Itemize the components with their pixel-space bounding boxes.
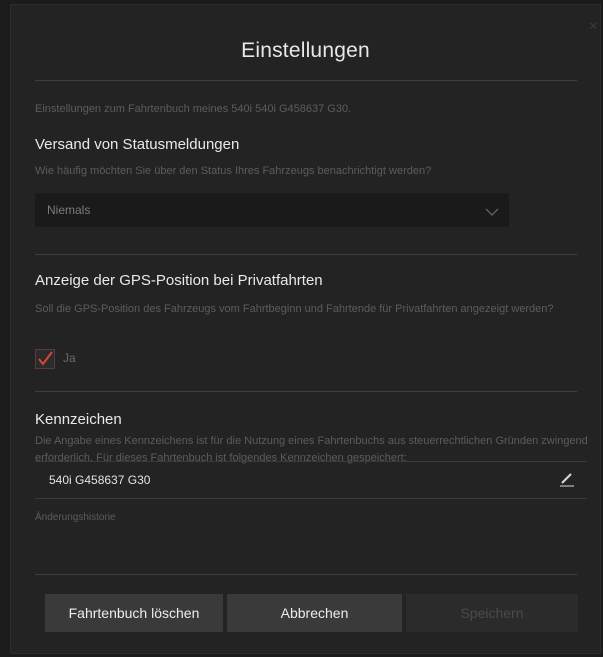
cancel-button[interactable]: Abbrechen: [227, 594, 402, 632]
intro-text: Einstellungen zum Fahrtenbuch meines 540…: [35, 103, 352, 115]
plate-heading: Kennzeichen: [35, 411, 122, 428]
edit-pencil-icon[interactable]: [559, 471, 575, 492]
divider: [35, 574, 577, 575]
close-icon[interactable]: ×: [589, 19, 598, 35]
status-frequency-value: Niemals: [47, 203, 91, 217]
gps-heading: Anzeige der GPS-Position bei Privatfahrt…: [35, 272, 323, 289]
status-description: Wie häufig möchten Sie über den Status I…: [35, 165, 432, 177]
delete-logbook-button[interactable]: Fahrtenbuch löschen: [45, 594, 223, 632]
gps-checkbox[interactable]: [35, 349, 55, 369]
status-heading: Versand von Statusmeldungen: [35, 136, 240, 153]
settings-dialog: × Einstellungen Einstellungen zum Fahrte…: [10, 4, 601, 654]
dialog-title: Einstellungen: [241, 39, 370, 62]
checkmark-icon: [38, 351, 53, 366]
gps-checkbox-label: Ja: [63, 351, 76, 365]
divider: [35, 391, 577, 392]
plate-value: 540i G458637 G30: [49, 473, 151, 487]
chevron-down-icon: [485, 204, 499, 222]
change-history-link[interactable]: Änderungshistorie: [35, 509, 116, 526]
gps-description: Soll die GPS-Position des Fahrzeugs vom …: [35, 303, 554, 315]
status-frequency-select[interactable]: Niemals: [35, 193, 509, 227]
divider: [35, 80, 577, 81]
plate-field: 540i G458637 G30: [35, 461, 587, 499]
divider: [35, 254, 577, 255]
save-button[interactable]: Speichern: [406, 594, 578, 632]
